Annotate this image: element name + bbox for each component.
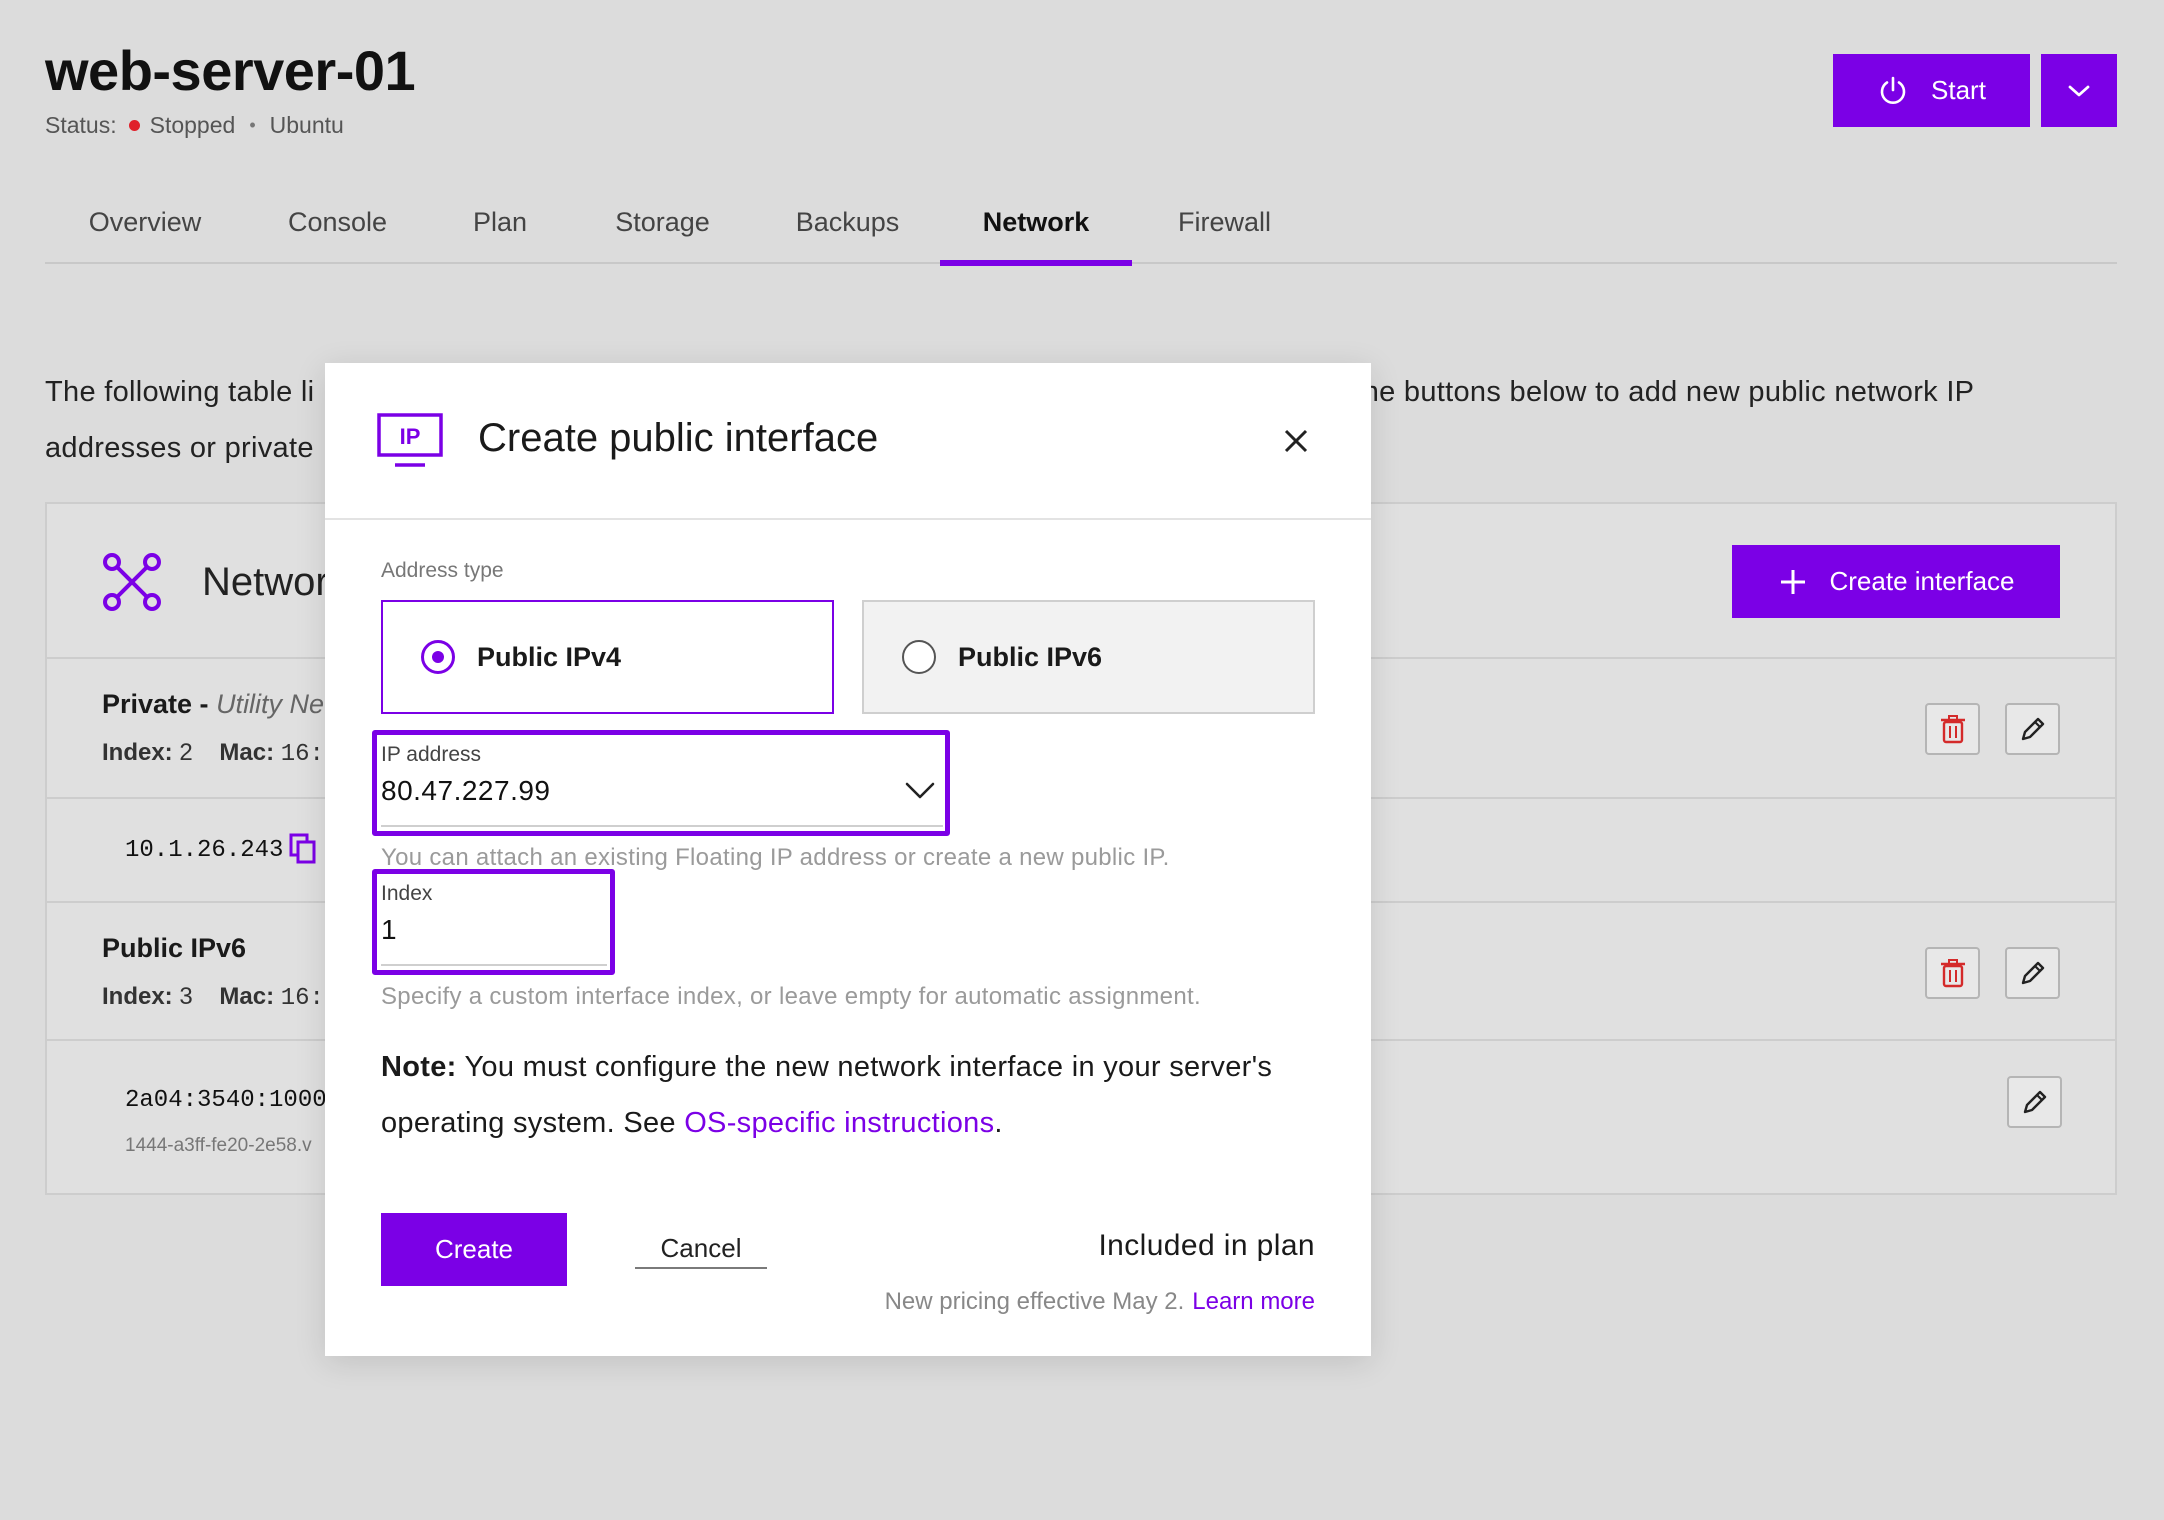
copy-icon[interactable] [289,833,317,865]
index-value: 3 [179,983,193,1010]
note-label: Note: [381,1051,457,1083]
mac-label: Mac: [219,739,275,766]
reverse-dns: 1444-a3ff-fe20-2e58.v [125,1135,312,1157]
tab-bar: Overview Console Plan Storage Backups Ne… [45,180,2117,266]
index-label: Index: [102,983,173,1010]
create-interface-label: Create interface [1829,566,2015,596]
pricing-note: New pricing effective May 2. Learn more [885,1288,1315,1316]
power-icon [1880,76,1906,104]
edit-button[interactable] [2005,703,2060,755]
index-helper: Specify a custom interface index, or lea… [381,983,1201,1010]
index-label: Index [381,882,433,905]
ip-address-helper: You can attach an existing Floating IP a… [381,844,1170,871]
price-label: Included in plan [1098,1229,1315,1262]
pencil-icon [2021,717,2044,741]
tab-label: Overview [88,206,202,237]
edit-button[interactable] [2005,947,2060,999]
trash-icon [1940,959,1965,988]
svg-text:IP: IP [400,424,421,449]
index-underline [381,964,607,966]
tab-console[interactable]: Console [245,180,430,264]
ip-address: 10.1.26.243 [125,837,283,864]
create-button[interactable]: Create [381,1213,567,1286]
separator-dot: • [249,115,256,135]
index-value: 2 [179,739,193,766]
configuration-note: Note: You must configure the new network… [381,1039,1331,1151]
pencil-icon [2021,961,2044,985]
note-end: . [994,1107,1003,1139]
tab-storage[interactable]: Storage [570,180,755,264]
delete-button[interactable] [1925,947,1980,999]
tab-label: Storage [615,206,710,237]
delete-button[interactable] [1925,703,1980,755]
tab-label: Network [982,206,1090,237]
row-meta: Index: 3 Mac: 16:4 [102,983,338,1012]
description-line2-left: addresses or private [45,432,314,464]
status-dot [128,120,140,131]
start-button[interactable]: Start [1833,54,2030,127]
chevron-down-icon [905,782,935,799]
index-label: Index: [102,739,173,766]
row-title: Public IPv6 [102,933,247,963]
ip-address-text: 10.1.26.243 [125,837,284,864]
description-line1-left: The following table li [45,376,315,408]
tab-label: Firewall [1177,206,1271,237]
pricing-note-text: New pricing effective May 2. [884,1288,1185,1315]
os-name: Ubuntu [269,112,344,138]
pencil-icon [2023,1090,2046,1114]
tab-plan[interactable]: Plan [430,180,570,264]
row-title: Private - Utility Net [102,689,332,720]
edit-button[interactable] [2007,1076,2062,1128]
trash-icon [1940,715,1965,744]
create-interface-modal: IP Create public interface Address type … [325,363,1371,1356]
tab-label: Console [287,206,388,237]
tab-firewall[interactable]: Firewall [1132,180,1317,264]
row-title-text: Private - [102,689,217,719]
status-line: Status: Stopped • Ubuntu [45,112,344,139]
ip-address-text: 2a04:3540:1000: [125,1087,342,1114]
tab-backups[interactable]: Backups [755,180,940,264]
network-icon [103,553,161,611]
ip-address-value: 80.47.227.99 [381,775,551,806]
modal-title: Create public interface [478,416,879,460]
reverse-dns-text: 1444-a3ff-fe20-2e58.v [125,1135,312,1156]
tab-label: Plan [472,206,528,237]
row-title-network: Utility Net [216,689,332,719]
row-meta: Index: 2 Mac: 16:4 [102,739,338,768]
ip-address-underline [381,825,943,827]
start-more-button[interactable] [2041,54,2117,127]
description-line1-right: the buttons below to add new public netw… [1354,376,1975,408]
radio-button[interactable] [421,640,455,674]
mac-label: Mac: [219,983,275,1010]
option-public-ipv6[interactable]: Public IPv6 [862,600,1315,714]
cancel-button[interactable]: Cancel [635,1229,767,1269]
tab-overview[interactable]: Overview [45,180,245,264]
chevron-down-icon [2068,85,2090,96]
close-icon[interactable] [1278,423,1314,459]
ip-icon: IP [377,413,443,467]
modal-header: IP Create public interface [325,363,1371,520]
radio-button[interactable] [902,640,936,674]
ip-address: 2a04:3540:1000: [125,1087,341,1114]
index-value: 1 [381,914,398,945]
status-value: Stopped [149,112,236,138]
learn-more-link[interactable]: Learn more [1192,1288,1315,1315]
option-label: Public IPv4 [477,641,622,672]
address-type-label: Address type [381,559,504,582]
create-interface-button[interactable]: Create interface [1732,545,2060,618]
tab-label: Backups [795,206,900,237]
tab-network[interactable]: Network [940,180,1132,266]
ip-address-label: IP address [381,743,482,766]
option-public-ipv4[interactable]: Public IPv4 [381,600,834,714]
plus-icon [1780,569,1805,594]
status-label: Status: [45,112,117,138]
network-card-title: Networ [202,560,329,604]
start-label: Start [1931,75,1986,105]
page-title: web-server-01 [45,39,416,102]
option-label: Public IPv6 [958,641,1103,672]
os-instructions-link[interactable]: OS-specific instructions [684,1107,994,1139]
